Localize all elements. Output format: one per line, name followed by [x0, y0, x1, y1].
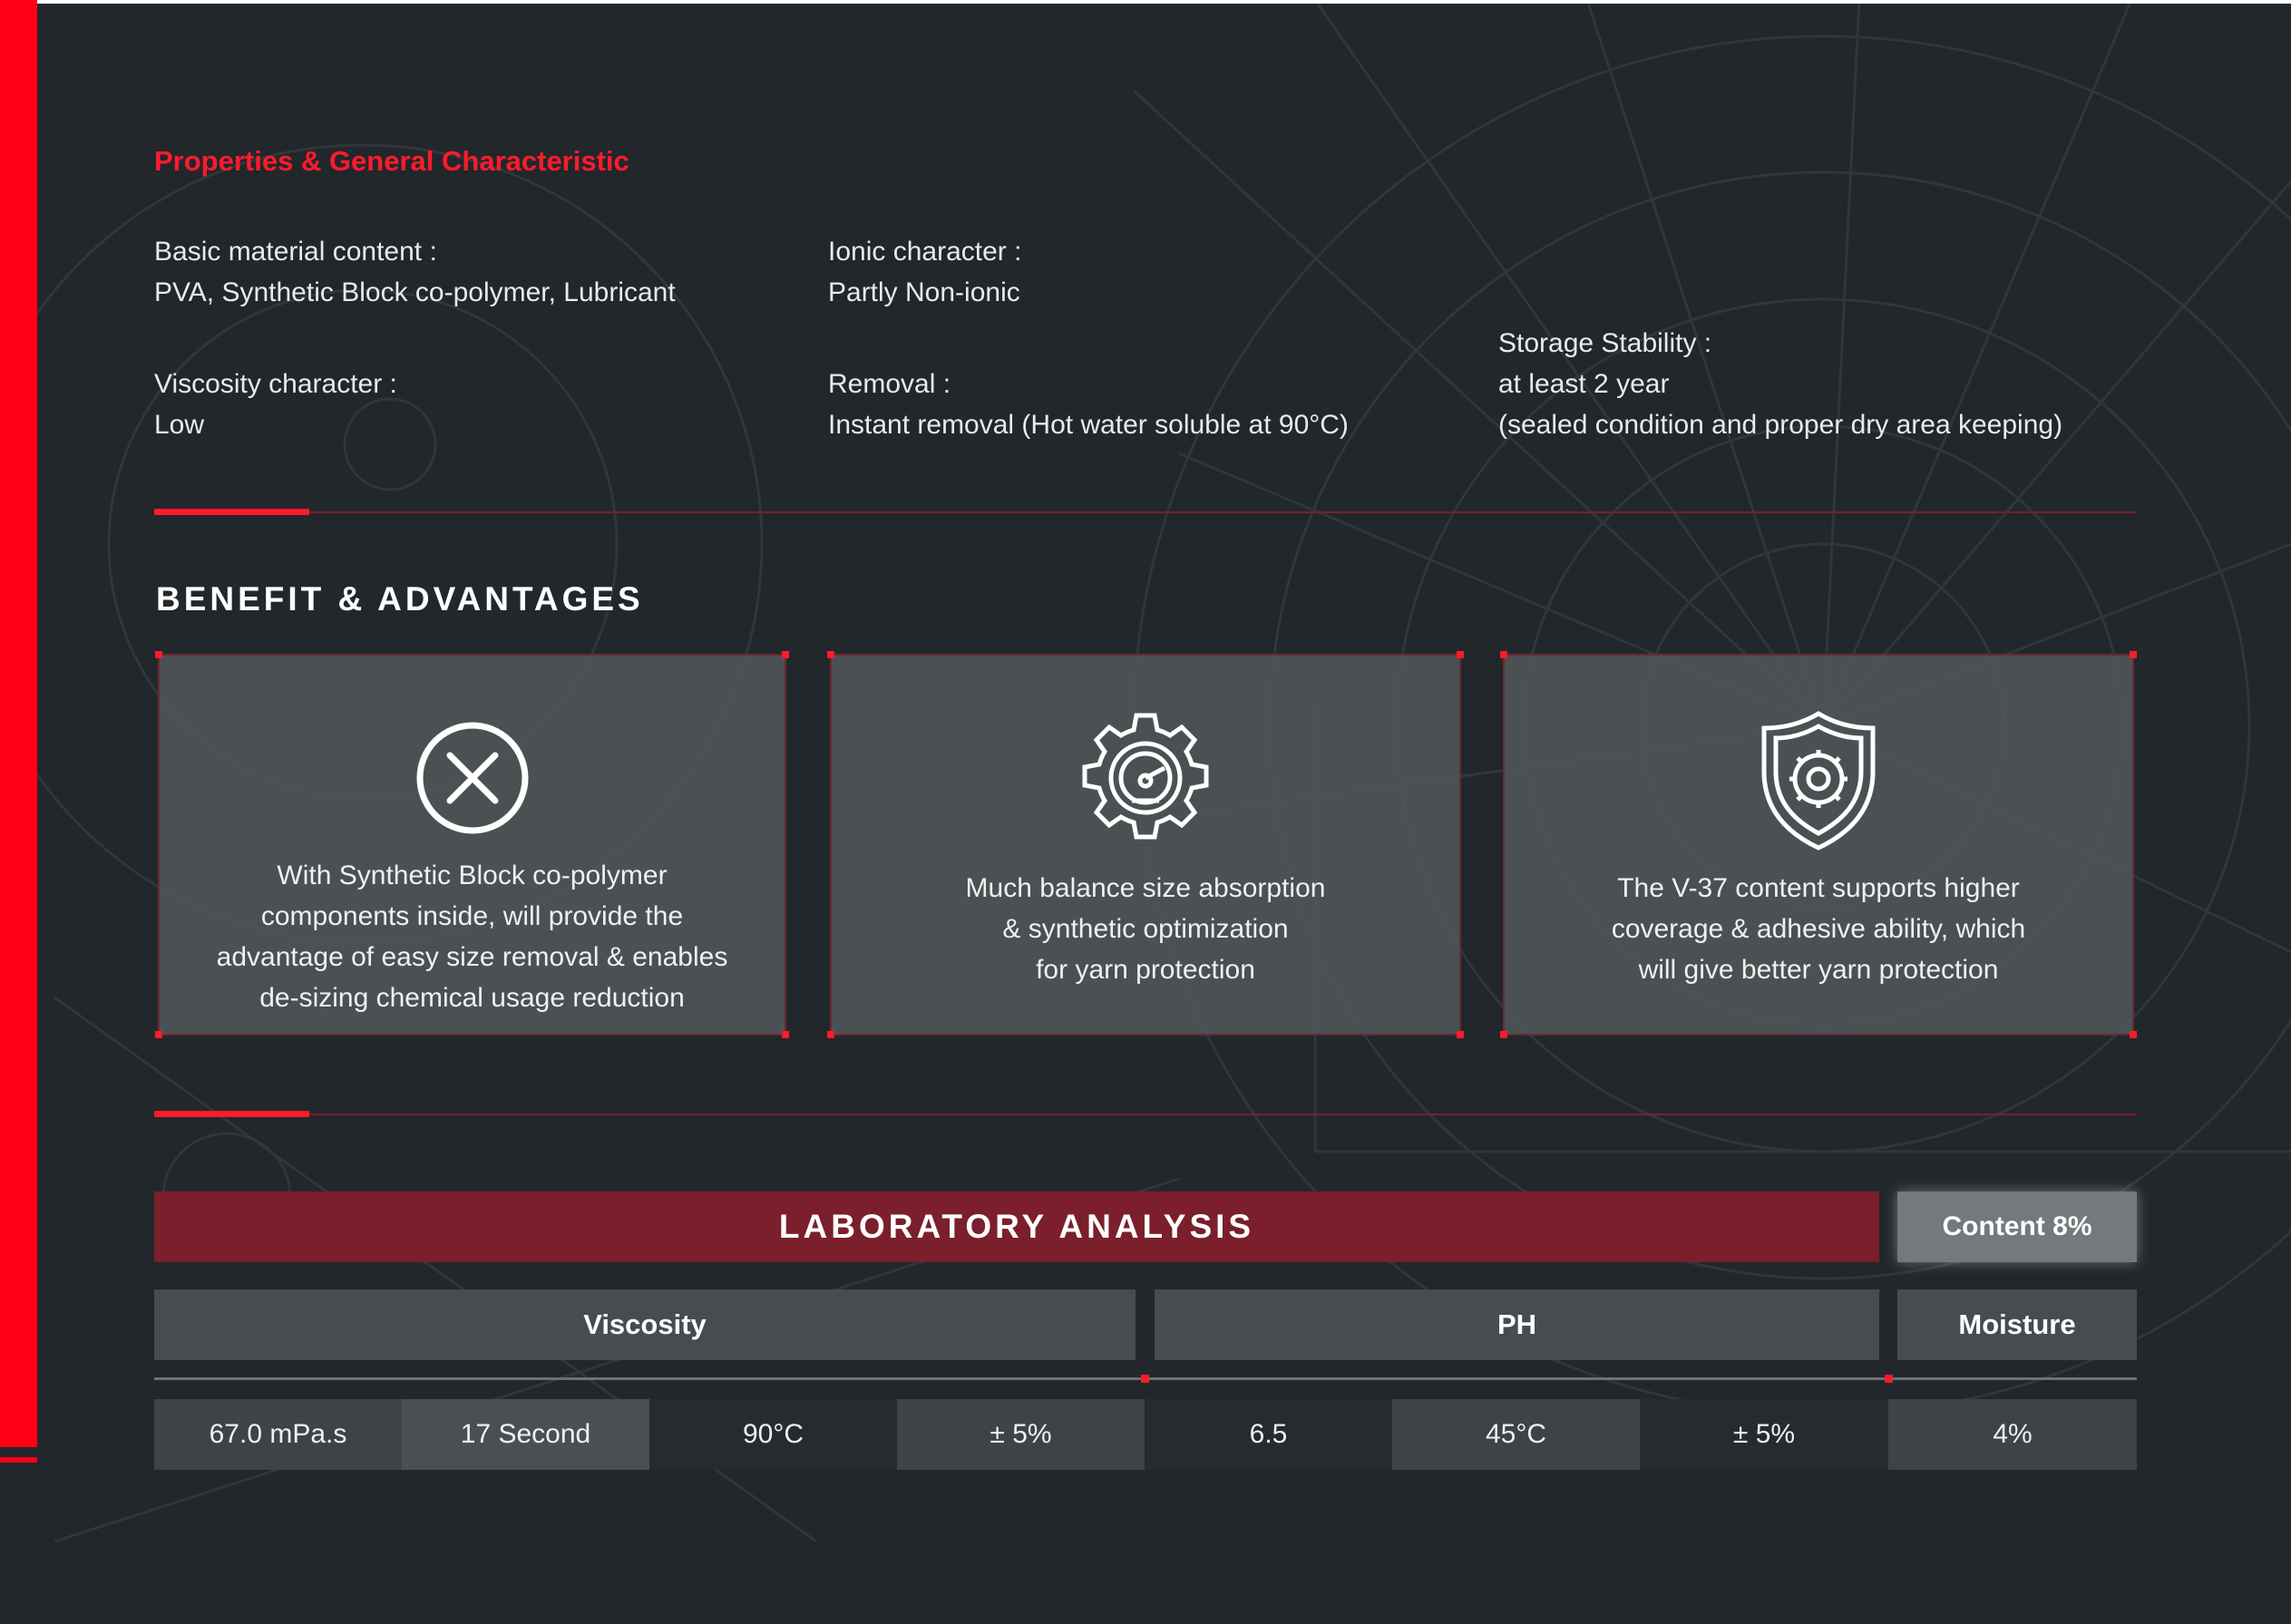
benefit-line: components inside, will provide the — [260, 901, 684, 931]
removal-value: Instant removal (Hot water soluble at 90… — [828, 410, 1349, 440]
viscosity-label: Viscosity character : — [154, 369, 397, 399]
column-header-ph: PH — [1155, 1289, 1879, 1360]
top-border-strip — [0, 0, 2291, 4]
benefit-line: The V-37 content supports higher — [1617, 873, 2020, 903]
storage-value: at least 2 year — [1498, 369, 1670, 399]
left-accent-bar — [0, 0, 37, 1447]
card-corner — [2130, 651, 2137, 658]
basic-material-block: Basic material content : PVA, Synthetic … — [154, 231, 676, 313]
benefit-text: Much balance size absorption & synthetic… — [850, 868, 1441, 990]
benefit-text: The V-37 content supports higher coverag… — [1523, 868, 2114, 990]
divider-accent — [154, 1111, 309, 1117]
value-cell: ± 5% — [1640, 1399, 1888, 1470]
divider-accent — [154, 509, 309, 515]
benefit-card: Much balance size absorption & synthetic… — [827, 651, 1464, 1038]
content-badge: Content 8% — [1897, 1191, 2137, 1262]
card-corner — [1500, 651, 1507, 658]
value-cell: 6.5 — [1145, 1399, 1392, 1470]
benefit-line: coverage & adhesive ability, which — [1611, 914, 2026, 944]
benefit-line: Much balance size absorption — [965, 873, 1326, 903]
separator-marker — [1885, 1375, 1893, 1383]
value-cell: 17 Second — [402, 1399, 649, 1470]
value-cell: 67.0 mPa.s — [154, 1399, 402, 1470]
card-corner — [2130, 1031, 2137, 1038]
card-corner — [155, 651, 162, 658]
value-cell: ± 5% — [897, 1399, 1145, 1470]
storage-block: Storage Stability : at least 2 year (sea… — [1498, 323, 2062, 445]
value-cell: 4% — [1888, 1399, 2137, 1470]
card-corner — [782, 1031, 789, 1038]
column-header-viscosity: Viscosity — [154, 1289, 1136, 1360]
section-divider — [154, 509, 2137, 515]
basic-material-label: Basic material content : — [154, 237, 437, 267]
benefit-line: & synthetic optimization — [1002, 914, 1289, 944]
removal-block: Removal : Instant removal (Hot water sol… — [828, 364, 1349, 445]
value-cell: 90°C — [649, 1399, 897, 1470]
card-corner — [155, 1031, 162, 1038]
benefit-line: With Synthetic Block co-polymer — [277, 861, 668, 890]
section-divider — [154, 1111, 2137, 1117]
card-corner — [1500, 1031, 1507, 1038]
benefit-line: de-sizing chemical usage reduction — [259, 983, 685, 1013]
basic-material-value: PVA, Synthetic Block co-polymer, Lubrica… — [154, 277, 676, 307]
ionic-label: Ionic character : — [828, 237, 1022, 267]
benefit-line: advantage of easy size removal & enables — [216, 942, 728, 972]
gear-gauge-icon — [1082, 713, 1209, 840]
storage-label: Storage Stability : — [1498, 328, 1712, 358]
viscosity-block: Viscosity character : Low — [154, 364, 397, 445]
shield-gear-icon — [1761, 711, 1876, 851]
benefit-card: The V-37 content supports higher coverag… — [1500, 651, 2137, 1038]
left-accent-bar-tail — [0, 1457, 37, 1463]
card-corner — [827, 651, 834, 658]
viscosity-value: Low — [154, 410, 205, 440]
benefit-text: With Synthetic Block co-polymer componen… — [178, 855, 766, 1018]
removal-label: Removal : — [828, 369, 951, 399]
ionic-block: Ionic character : Partly Non-ionic — [828, 231, 1021, 313]
card-corner — [1457, 651, 1464, 658]
lab-analysis-header: LABORATORY ANALYSIS — [154, 1191, 1879, 1262]
ionic-value: Partly Non-ionic — [828, 277, 1020, 307]
benefit-line: for yarn protection — [1036, 955, 1255, 985]
column-header-moisture: Moisture — [1897, 1289, 2137, 1360]
card-corner — [827, 1031, 834, 1038]
separator-marker — [1141, 1375, 1149, 1383]
x-circle-icon — [416, 722, 528, 834]
benefit-card: With Synthetic Block co-polymer componen… — [155, 651, 789, 1038]
properties-title: Properties & General Characteristic — [154, 145, 629, 177]
card-corner — [782, 651, 789, 658]
card-corner — [1457, 1031, 1464, 1038]
benefit-line: will give better yarn protection — [1638, 955, 1999, 985]
value-cell: 45°C — [1392, 1399, 1640, 1470]
benefit-title: BENEFIT & ADVANTAGES — [156, 580, 644, 618]
storage-note: (sealed condition and proper dry area ke… — [1498, 410, 2063, 440]
